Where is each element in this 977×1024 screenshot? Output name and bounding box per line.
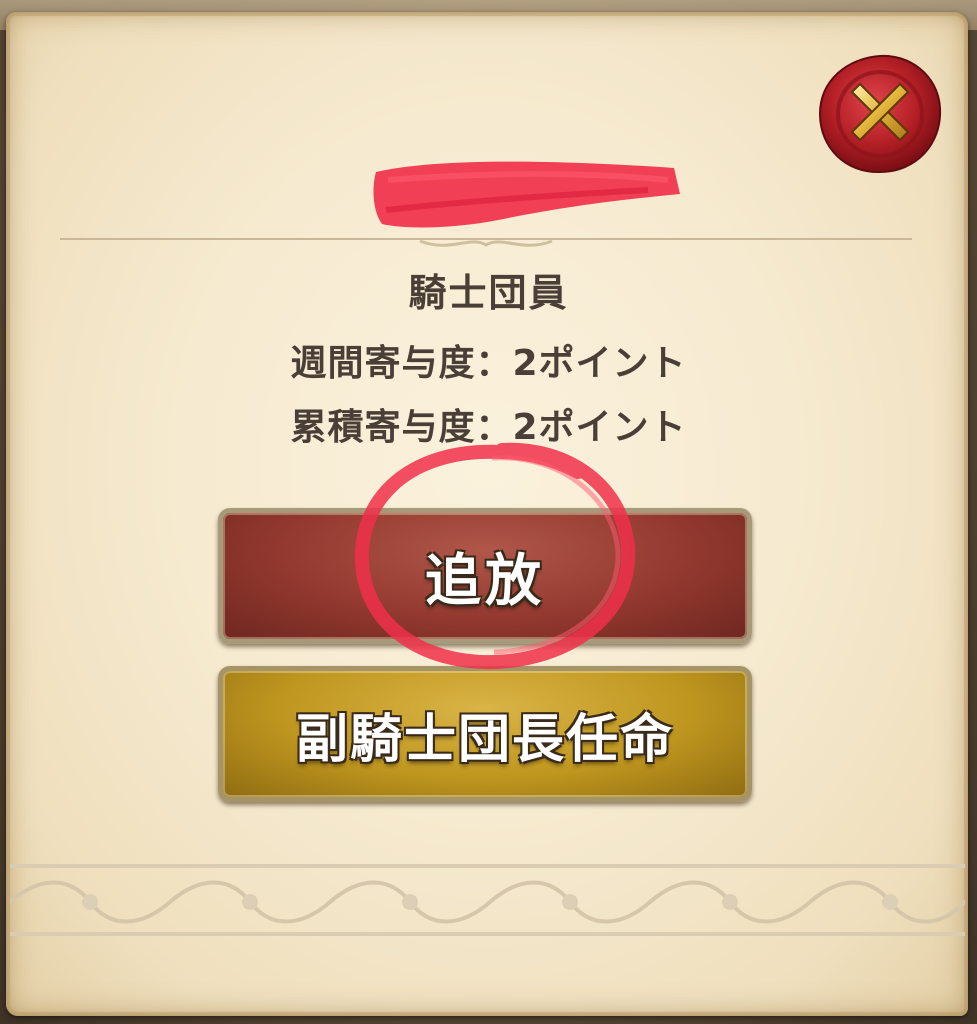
close-button[interactable] xyxy=(816,52,944,176)
bottom-ornament xyxy=(10,864,965,936)
game-screen: 騎士団員 週間寄与度：2ポイント 累積寄与度：2ポイント 追放 副騎士団長任命 xyxy=(0,0,977,1024)
redaction-mark xyxy=(373,161,680,228)
expel-button-label: 追放 xyxy=(425,548,545,614)
expel-button[interactable]: 追放 xyxy=(218,508,752,644)
name-divider xyxy=(60,238,912,247)
close-seal-icon xyxy=(818,54,942,174)
total-contribution: 累積寄与度：2ポイント xyxy=(290,407,687,448)
weekly-contribution: 週間寄与度：2ポイント xyxy=(290,343,687,384)
member-role: 騎士団員 xyxy=(408,271,569,315)
appoint-vice-leader-button[interactable]: 副騎士団長任命 xyxy=(218,666,752,802)
appoint-vice-leader-label: 副騎士団長任命 xyxy=(295,709,674,770)
